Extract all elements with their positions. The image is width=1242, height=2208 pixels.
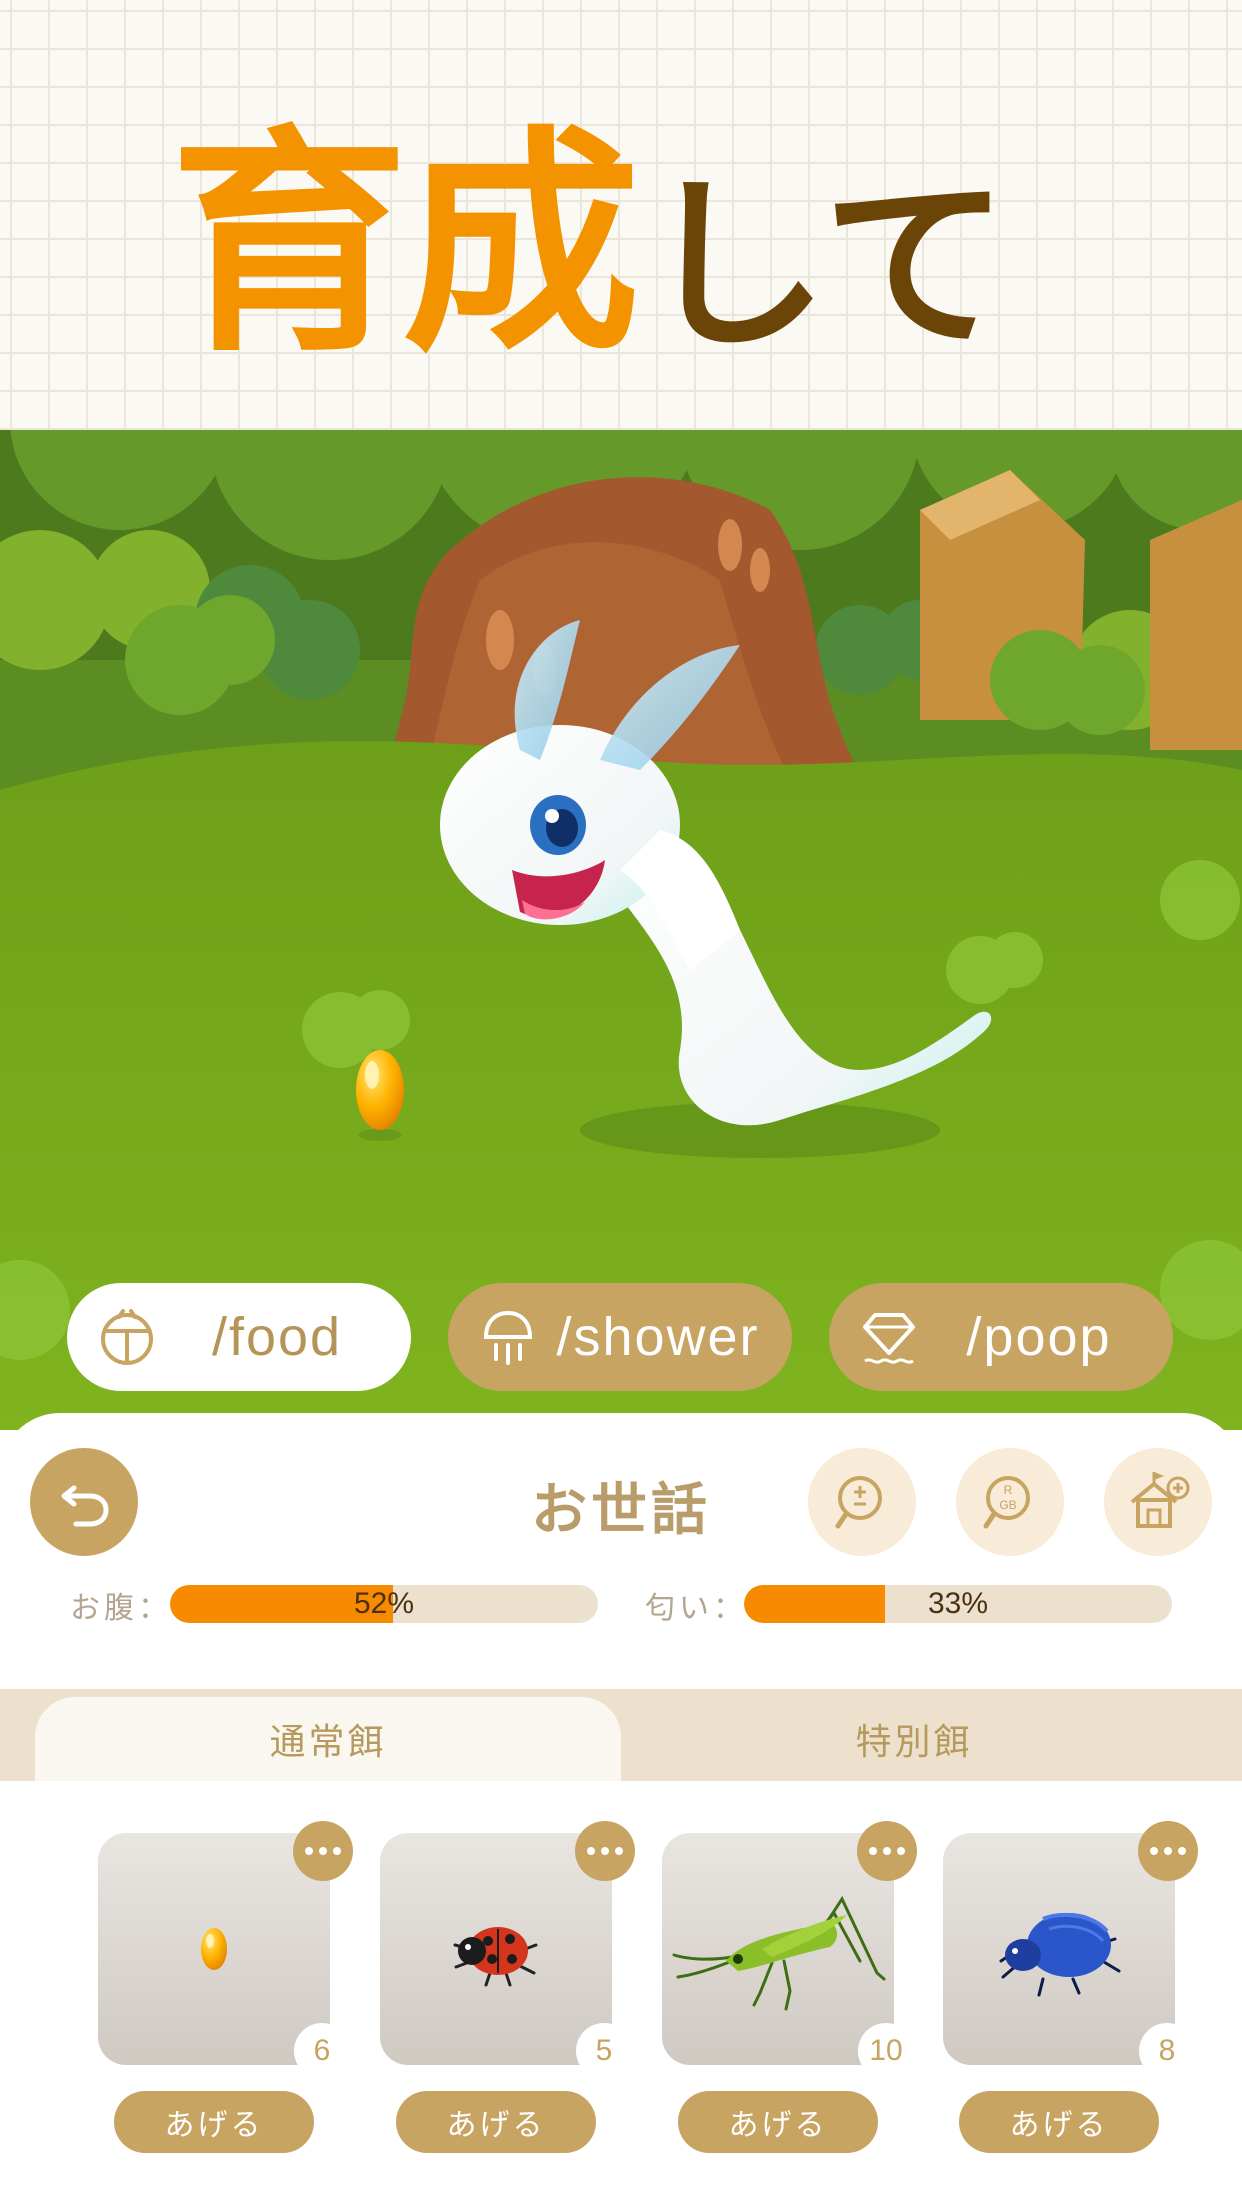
more-options-button[interactable] — [575, 1821, 635, 1881]
give-button[interactable]: あげる — [114, 2091, 314, 2153]
food-icon — [101, 1309, 153, 1365]
more-options-button[interactable] — [1138, 1821, 1198, 1881]
food-count: 10 — [858, 2023, 914, 2079]
grasshopper-icon — [672, 1895, 886, 2011]
home-button[interactable] — [1104, 1448, 1212, 1556]
food-action-label: /food — [211, 1307, 343, 1367]
color-button[interactable]: R GB — [956, 1448, 1064, 1556]
more-options-button[interactable] — [293, 1821, 353, 1881]
ladybug-icon — [453, 1927, 538, 1987]
rgb-icon: R GB — [983, 1476, 1030, 1529]
shower-icon — [483, 1310, 533, 1365]
food-card-image[interactable] — [662, 1833, 894, 2065]
give-button[interactable]: あげる — [678, 2091, 878, 2153]
more-icon — [869, 1847, 905, 1855]
pellet-icon — [201, 1928, 227, 1970]
banner-title-sub: して — [642, 157, 1009, 374]
more-icon — [305, 1847, 341, 1855]
scene-illustration — [0, 430, 1242, 1430]
smell-label: 匂い： — [645, 1591, 747, 1626]
scale-search-icon — [835, 1476, 882, 1529]
hunger-label: お腹： — [70, 1591, 172, 1626]
food-count: 8 — [1139, 2023, 1195, 2079]
food-card-image[interactable] — [380, 1833, 612, 2065]
tab-special-food[interactable]: 特別餌 — [621, 1697, 1207, 1781]
smell-bar: 33% — [744, 1585, 1172, 1623]
shower-action-button[interactable]: /shower — [448, 1283, 792, 1391]
more-icon — [587, 1847, 623, 1855]
tab-normal-food[interactable]: 通常餌 — [35, 1697, 621, 1781]
give-button[interactable]: あげる — [959, 2091, 1159, 2153]
poop-action-label: /poop — [966, 1307, 1112, 1367]
more-icon — [1150, 1847, 1186, 1855]
svg-text:GB: GB — [999, 1498, 1016, 1512]
food-count: 6 — [294, 2023, 350, 2079]
food-count: 5 — [576, 2023, 632, 2079]
food-list: 6 あげる 5 あげる 10 あげる 8 あげる — [0, 1821, 1242, 2173]
give-button[interactable]: あげる — [396, 2091, 596, 2153]
food-card-image[interactable] — [98, 1833, 330, 2065]
poop-icon — [863, 1313, 915, 1364]
hunger-bar: 52% — [170, 1585, 598, 1623]
hunger-value: 52% — [353, 1587, 415, 1620]
svg-text:R: R — [1004, 1483, 1013, 1497]
shower-action-label: /shower — [556, 1307, 760, 1367]
banner-title: 育成 して — [170, 95, 1008, 365]
game-scene[interactable] — [0, 430, 1242, 1430]
beetle-icon — [999, 1913, 1121, 1997]
size-check-button[interactable] — [808, 1448, 916, 1556]
food-tabs: 通常餌 特別餌 — [0, 1689, 1242, 1781]
house-icon — [1130, 1472, 1190, 1528]
poop-action-button[interactable]: /poop — [829, 1283, 1173, 1391]
smell-value: 33% — [927, 1587, 989, 1620]
promo-banner: 育成 して — [0, 0, 1242, 430]
banner-title-main: 育成 — [170, 107, 640, 384]
more-options-button[interactable] — [857, 1821, 917, 1881]
care-panel: お世話 R GB お腹： 52% 匂い： 33% 通常餌 特別餌 6 あげる 5… — [0, 1413, 1242, 2208]
care-actions: /food /shower /poop — [0, 1283, 1242, 1391]
food-action-button[interactable]: /food — [67, 1283, 411, 1391]
food-card-image[interactable] — [943, 1833, 1175, 2065]
